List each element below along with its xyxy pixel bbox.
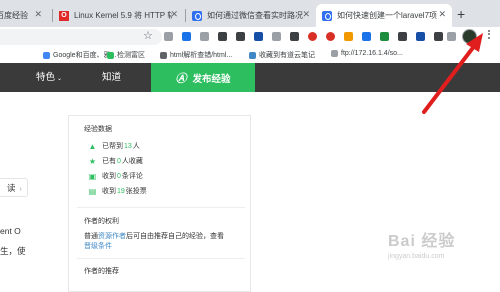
annotation-arrow-icon [422,33,483,114]
